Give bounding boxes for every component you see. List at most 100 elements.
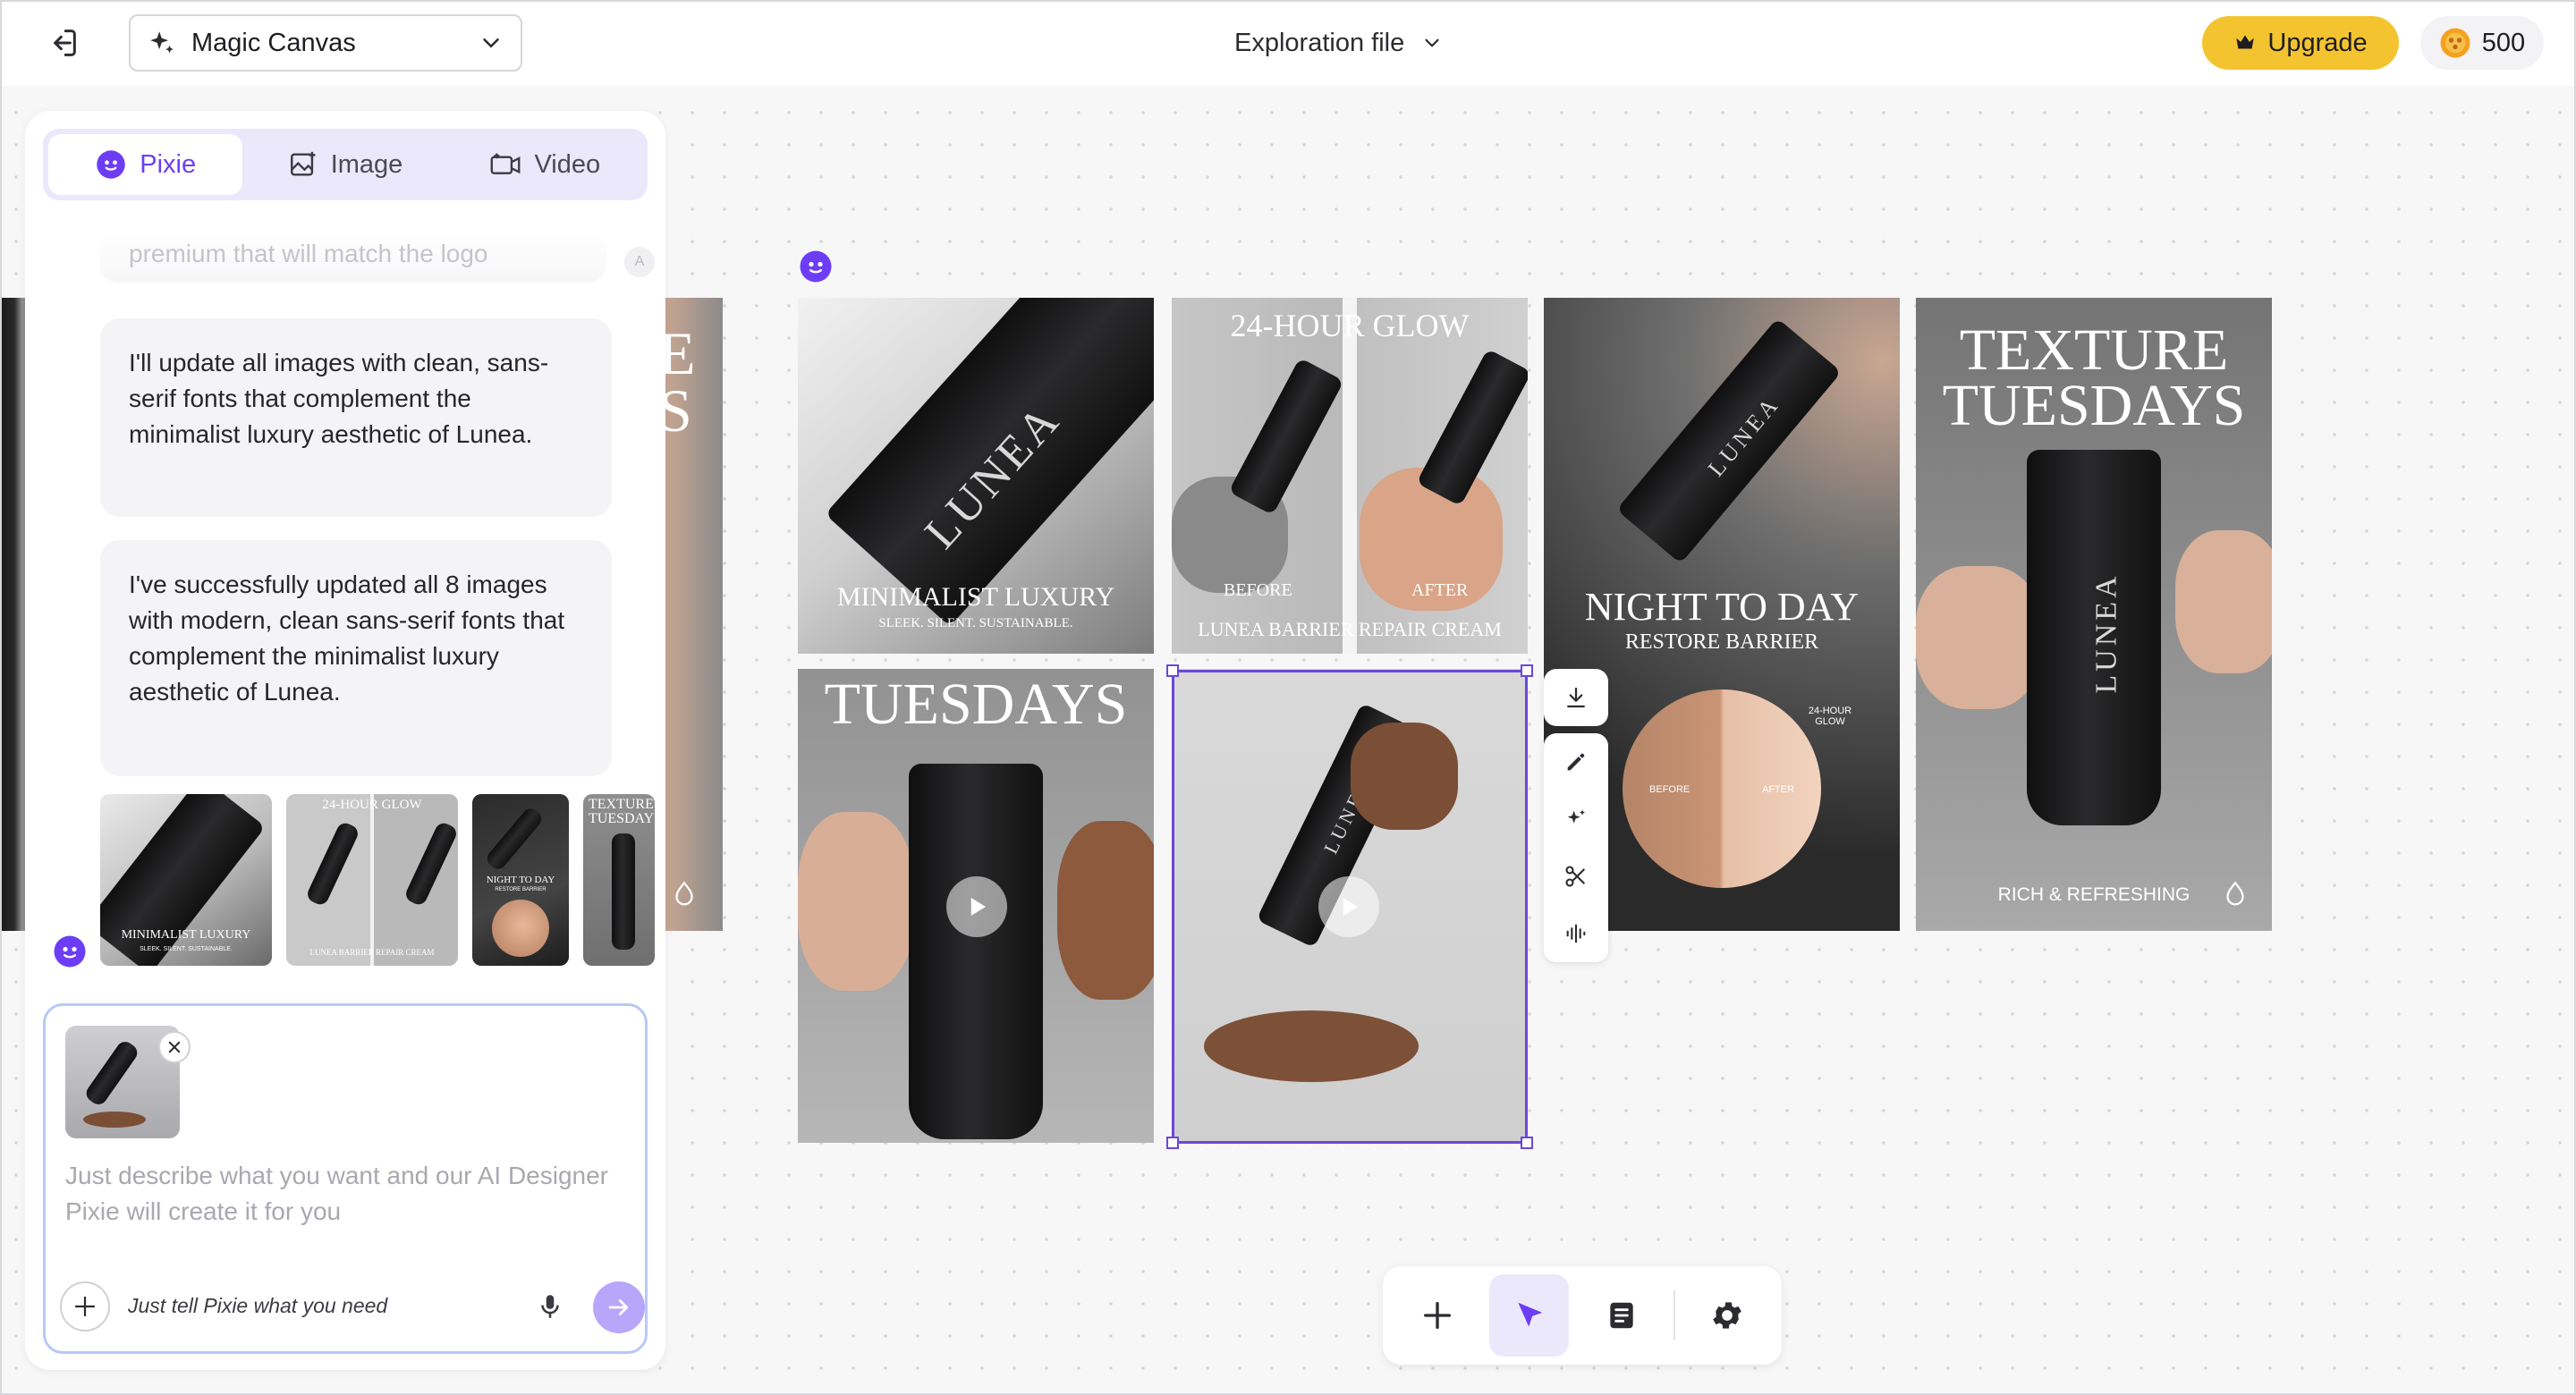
remove-attachment-button[interactable] bbox=[158, 1031, 191, 1063]
pixie-chat-panel: Pixie Image Video premium that will matc… bbox=[25, 111, 665, 1370]
face-circle bbox=[492, 900, 549, 957]
mode-select[interactable]: Magic Canvas bbox=[129, 14, 522, 72]
hand-graphic bbox=[1351, 723, 1458, 830]
tube-graphic bbox=[1416, 348, 1528, 507]
result-thumbnail[interactable]: MINIMALIST LUXURY SLEEK. SILENT. SUSTAIN… bbox=[100, 794, 272, 966]
select-tool-button[interactable] bbox=[1489, 1274, 1570, 1357]
magic-edit-button[interactable] bbox=[1544, 790, 1608, 848]
settings-button[interactable] bbox=[1688, 1274, 1767, 1357]
selection-toolbar bbox=[1544, 669, 1608, 976]
drop-icon bbox=[675, 881, 693, 906]
pixie-avatar-icon bbox=[54, 935, 86, 968]
result-thumbnail[interactable]: 24-HOUR GLOW LUNEA BARRIER REPAIR CREAM bbox=[286, 794, 458, 966]
composer-hint: Just tell Pixie what you need bbox=[128, 1294, 388, 1317]
hand-graphic bbox=[1057, 821, 1154, 1000]
canvas-card-minimalist-luxury[interactable]: LUNEA MINIMALIST LUXURY SLEEK. SILENT. S… bbox=[798, 298, 1154, 654]
tab-label: Pixie bbox=[140, 149, 197, 179]
pencil-icon bbox=[1567, 753, 1585, 771]
chevron-down-icon bbox=[1425, 38, 1439, 47]
thumbnail-subtitle: SLEEK. SILENT. SUSTAINABLE. bbox=[140, 946, 233, 952]
close-icon bbox=[168, 1041, 181, 1053]
microphone-icon bbox=[541, 1295, 559, 1318]
canvas-card-tuesdays-video[interactable]: TUESDAYS bbox=[798, 669, 1154, 1143]
card-title: 24-HOUR GLOW bbox=[1230, 308, 1470, 343]
mode-label: Magic Canvas bbox=[191, 28, 356, 57]
pixie-canvas-icon bbox=[800, 250, 832, 283]
scissors-icon bbox=[1565, 866, 1586, 887]
microphone-button[interactable] bbox=[529, 1285, 572, 1328]
thumbnail-subtitle: LUNEA BARRIER REPAIR CREAM bbox=[309, 948, 435, 957]
download-icon bbox=[1567, 687, 1585, 708]
tab-image[interactable]: Image bbox=[248, 134, 442, 195]
card-title: MINIMALIST LUXURY bbox=[836, 582, 1115, 612]
coin-icon bbox=[2440, 28, 2470, 58]
pixie-icon bbox=[97, 150, 125, 179]
hand-graphic bbox=[2175, 530, 2272, 673]
add-element-button[interactable] bbox=[1397, 1274, 1477, 1357]
card-footer: LUNEA BARRIER REPAIR CREAM bbox=[1198, 618, 1502, 640]
user-avatar: A bbox=[624, 247, 655, 277]
hand-graphic bbox=[798, 812, 914, 991]
notes-button[interactable] bbox=[1581, 1274, 1661, 1357]
brand-label: LUNEA bbox=[2089, 572, 2123, 694]
before-label: BEFORE bbox=[1649, 784, 1690, 795]
bottom-toolbar bbox=[1383, 1266, 1782, 1365]
previous-user-message: premium that will match the logo bbox=[100, 232, 606, 283]
sparkle-icon bbox=[150, 31, 174, 54]
card-title: NIGHT TO DAY bbox=[1584, 585, 1860, 629]
tube-graphic bbox=[612, 833, 635, 950]
canvas-card-texture-tuesdays[interactable]: TEXTURE TUESDAYS LUNEA RICH & REFRESHING bbox=[1916, 298, 2272, 931]
upgrade-button[interactable]: Upgrade bbox=[2202, 16, 2399, 70]
credits-count: 500 bbox=[2481, 28, 2526, 57]
after-label: AFTER bbox=[1762, 784, 1795, 795]
exit-icon bbox=[54, 30, 76, 56]
canvas-card-selected-video[interactable]: LUNEA bbox=[1172, 669, 1528, 1143]
thumbnail-title: 24-HOUR GLOW bbox=[322, 798, 422, 812]
panel-tabs: Pixie Image Video bbox=[43, 129, 648, 200]
audio-button[interactable] bbox=[1544, 905, 1608, 962]
top-bar: Magic Canvas Exploration file Upgrade 50… bbox=[0, 0, 2576, 86]
audio-wave-icon bbox=[1566, 924, 1586, 943]
plus-icon bbox=[74, 1296, 96, 1317]
download-group bbox=[1544, 669, 1608, 726]
cut-button[interactable] bbox=[1544, 848, 1608, 905]
tab-label: Image bbox=[330, 149, 403, 179]
image-icon bbox=[290, 151, 316, 176]
tab-label: Video bbox=[534, 149, 601, 179]
document-icon bbox=[1609, 1302, 1633, 1329]
play-icon bbox=[970, 898, 986, 916]
chevron-down-icon bbox=[483, 38, 499, 48]
play-icon bbox=[1343, 898, 1358, 916]
play-button[interactable] bbox=[1318, 876, 1379, 937]
edit-button[interactable] bbox=[1544, 733, 1608, 790]
result-thumbnail[interactable]: TEXTURE TUESDAYS bbox=[583, 794, 655, 966]
before-label: BEFORE bbox=[1224, 580, 1292, 600]
edit-tools-group bbox=[1544, 733, 1608, 962]
play-button[interactable] bbox=[946, 876, 1007, 937]
tube-graphic bbox=[483, 805, 546, 873]
tube-graphic bbox=[304, 820, 361, 908]
tab-video[interactable]: Video bbox=[448, 134, 642, 195]
crown-icon bbox=[2236, 35, 2255, 49]
assistant-message: I've successfully updated all 8 images w… bbox=[100, 540, 612, 776]
download-button[interactable] bbox=[1544, 669, 1608, 726]
card-title-line1: TEXTURE bbox=[1959, 317, 2229, 383]
card-footer: RICH & REFRESHING bbox=[1997, 884, 2190, 905]
assistant-message: I'll update all images with clean, sans-… bbox=[100, 318, 612, 517]
prompt-composer: Just describe what you want and our AI D… bbox=[43, 1003, 648, 1354]
file-title-dropdown[interactable]: Exploration file bbox=[1234, 21, 1444, 64]
prompt-input[interactable]: Just describe what you want and our AI D… bbox=[65, 1158, 620, 1230]
thumbnail-title: MINIMALIST LUXURY bbox=[121, 928, 251, 942]
send-button[interactable] bbox=[593, 1281, 645, 1333]
hand-graphic bbox=[83, 1112, 146, 1128]
tube-graphic bbox=[909, 764, 1043, 1139]
file-title: Exploration file bbox=[1234, 28, 1405, 57]
exit-button[interactable] bbox=[39, 21, 86, 64]
glow-badge: 24-HOUR GLOW bbox=[1808, 706, 1852, 727]
result-thumbnails: MINIMALIST LUXURY SLEEK. SILENT. SUSTAIN… bbox=[100, 794, 665, 969]
result-thumbnail[interactable]: NIGHT TO DAY RESTORE BARRIER bbox=[472, 794, 569, 966]
add-button[interactable] bbox=[60, 1281, 110, 1332]
credits-badge[interactable]: 500 bbox=[2420, 16, 2544, 70]
canvas-card-24-hour-glow[interactable]: 24-HOUR GLOW BEFORE AFTER LUNEA BARRIER … bbox=[1172, 298, 1528, 654]
tab-pixie[interactable]: Pixie bbox=[48, 134, 243, 195]
